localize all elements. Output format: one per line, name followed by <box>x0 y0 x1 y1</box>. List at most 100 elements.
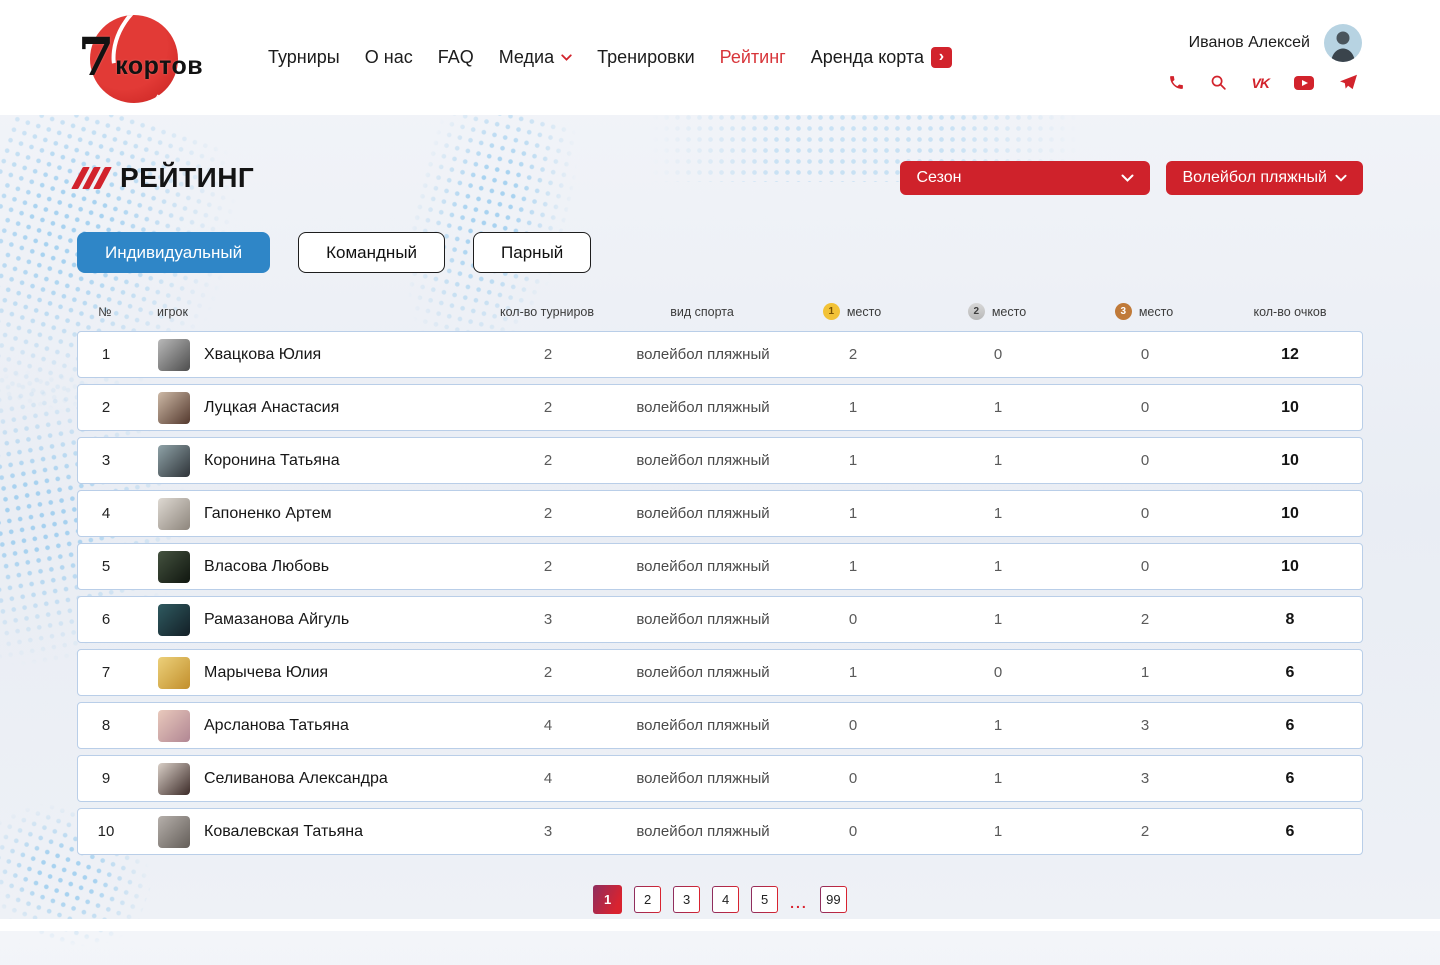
table-row[interactable]: 2 Луцкая Анастасия 2 волейбол пляжный 1 … <box>77 384 1363 431</box>
column-header-num: № <box>77 305 133 319</box>
second-place-count: 1 <box>924 399 1072 416</box>
season-dropdown[interactable]: Сезон <box>900 161 1150 195</box>
row-number: 9 <box>78 770 134 787</box>
second-place-count: 0 <box>924 346 1072 363</box>
pagination-page[interactable]: 4 <box>712 886 739 913</box>
sport-type: волейбол пляжный <box>624 505 782 522</box>
third-place-count: 3 <box>1072 717 1218 734</box>
pagination-page[interactable]: 5 <box>751 886 778 913</box>
third-place-count: 0 <box>1072 452 1218 469</box>
table-row[interactable]: 4 Гапоненко Артем 2 волейбол пляжный 1 1… <box>77 490 1363 537</box>
youtube-icon[interactable] <box>1294 76 1314 90</box>
column-header-second-place: 2 место <box>923 303 1071 320</box>
avatar[interactable] <box>1324 24 1362 62</box>
silver-medal-icon: 2 <box>968 303 985 320</box>
pagination-page[interactable]: 3 <box>673 886 700 913</box>
table-row[interactable]: 1 Хвацкова Юлия 2 волейбол пляжный 2 0 0… <box>77 331 1363 378</box>
sport-type: волейбол пляжный <box>624 770 782 787</box>
nav-item-Аренда корта[interactable]: Аренда корта › <box>811 47 952 68</box>
tab-Парный[interactable]: Парный <box>473 232 591 273</box>
first-place-count: 0 <box>782 823 924 840</box>
second-place-count: 1 <box>924 452 1072 469</box>
telegram-icon[interactable] <box>1339 74 1358 91</box>
player-name: Гапоненко Артем <box>204 505 332 523</box>
player-name: Ковалевская Татьяна <box>204 823 363 841</box>
nav-item-Тренировки[interactable]: Тренировки <box>597 47 695 68</box>
sport-type: волейбол пляжный <box>624 452 782 469</box>
first-place-count: 0 <box>782 770 924 787</box>
tournaments-count: 4 <box>472 770 624 787</box>
points-count: 8 <box>1218 611 1362 629</box>
user-photo <box>1324 24 1362 62</box>
filters: Сезон Волейбол пляжный <box>900 161 1363 195</box>
sport-type: волейбол пляжный <box>624 664 782 681</box>
points-count: 10 <box>1218 558 1362 576</box>
player-avatar <box>158 710 190 742</box>
points-count: 6 <box>1218 664 1362 682</box>
nav-item-О нас[interactable]: О нас <box>365 47 413 68</box>
column-header-sport: вид спорта <box>623 305 781 319</box>
first-place-count: 1 <box>782 399 924 416</box>
player-name: Селиванова Александра <box>204 770 388 788</box>
table-row[interactable]: 3 Коронина Татьяна 2 волейбол пляжный 1 … <box>77 437 1363 484</box>
row-number: 8 <box>78 717 134 734</box>
nav-item-Медиа[interactable]: Медиа <box>499 47 572 68</box>
table-header: № игрок кол-во турниров вид спорта 1 мес… <box>77 303 1363 320</box>
tournaments-count: 3 <box>472 823 624 840</box>
site-logo[interactable]: 7 кортов <box>78 8 206 108</box>
points-count: 10 <box>1218 452 1362 470</box>
tournaments-count: 2 <box>472 346 624 363</box>
third-place-count: 2 <box>1072 823 1218 840</box>
pagination: 1 2 3 4 5 ... 99 <box>77 885 1363 914</box>
site-header: 7 кортов Турниры О нас FAQ Медиа Трениро… <box>0 0 1440 115</box>
player-name: Рамазанова Айгуль <box>204 611 349 629</box>
row-number: 10 <box>78 823 134 840</box>
sport-type: волейбол пляжный <box>624 717 782 734</box>
gold-medal-icon: 1 <box>823 303 840 320</box>
pagination-page[interactable]: 1 <box>593 885 622 914</box>
second-place-count: 1 <box>924 558 1072 575</box>
arrow-right-icon: › <box>931 47 952 68</box>
table-row[interactable]: 7 Марычева Юлия 2 волейбол пляжный 1 0 1… <box>77 649 1363 696</box>
row-number: 1 <box>78 346 134 363</box>
third-place-count: 0 <box>1072 399 1218 416</box>
tab-Индивидуальный[interactable]: Индивидуальный <box>77 232 270 273</box>
table-row[interactable]: 6 Рамазанова Айгуль 3 волейбол пляжный 0… <box>77 596 1363 643</box>
pagination-page[interactable]: 2 <box>634 886 661 913</box>
table-row[interactable]: 10 Ковалевская Татьяна 3 волейбол пляжны… <box>77 808 1363 855</box>
table-row[interactable]: 9 Селиванова Александра 4 волейбол пляжн… <box>77 755 1363 802</box>
search-icon[interactable] <box>1210 74 1227 91</box>
table-row[interactable]: 5 Власова Любовь 2 волейбол пляжный 1 1 … <box>77 543 1363 590</box>
main-nav: Турниры О нас FAQ Медиа Тренировки Рейти… <box>268 47 952 68</box>
player-avatar <box>158 763 190 795</box>
vk-icon[interactable]: VK <box>1252 75 1269 91</box>
first-place-count: 0 <box>782 611 924 628</box>
rating-table-body: 1 Хвацкова Юлия 2 волейбол пляжный 2 0 0… <box>77 331 1363 855</box>
third-place-count: 0 <box>1072 346 1218 363</box>
player-name: Арсланова Татьяна <box>204 717 349 735</box>
second-place-count: 1 <box>924 611 1072 628</box>
sport-dropdown[interactable]: Волейбол пляжный <box>1166 161 1363 195</box>
nav-item-Турниры[interactable]: Турниры <box>268 47 340 68</box>
logo-word: кортов <box>115 52 203 81</box>
sport-type: волейбол пляжный <box>624 558 782 575</box>
bronze-medal-icon: 3 <box>1115 303 1132 320</box>
player-avatar <box>158 498 190 530</box>
pagination-page[interactable]: 99 <box>820 886 847 913</box>
player-avatar <box>158 339 190 371</box>
first-place-count: 1 <box>782 452 924 469</box>
sport-type: волейбол пляжный <box>624 399 782 416</box>
tab-Командный[interactable]: Командный <box>298 232 445 273</box>
table-row[interactable]: 8 Арсланова Татьяна 4 волейбол пляжный 0… <box>77 702 1363 749</box>
tournaments-count: 2 <box>472 452 624 469</box>
tournaments-count: 3 <box>472 611 624 628</box>
row-number: 3 <box>78 452 134 469</box>
row-number: 5 <box>78 558 134 575</box>
player-name: Коронина Татьяна <box>204 452 340 470</box>
nav-item-Рейтинг[interactable]: Рейтинг <box>720 47 786 68</box>
phone-icon[interactable] <box>1168 74 1185 91</box>
nav-item-FAQ[interactable]: FAQ <box>438 47 474 68</box>
logo-number: 7 <box>78 36 114 80</box>
tournaments-count: 2 <box>472 664 624 681</box>
user-menu[interactable]: Иванов Алексей <box>1189 24 1362 62</box>
